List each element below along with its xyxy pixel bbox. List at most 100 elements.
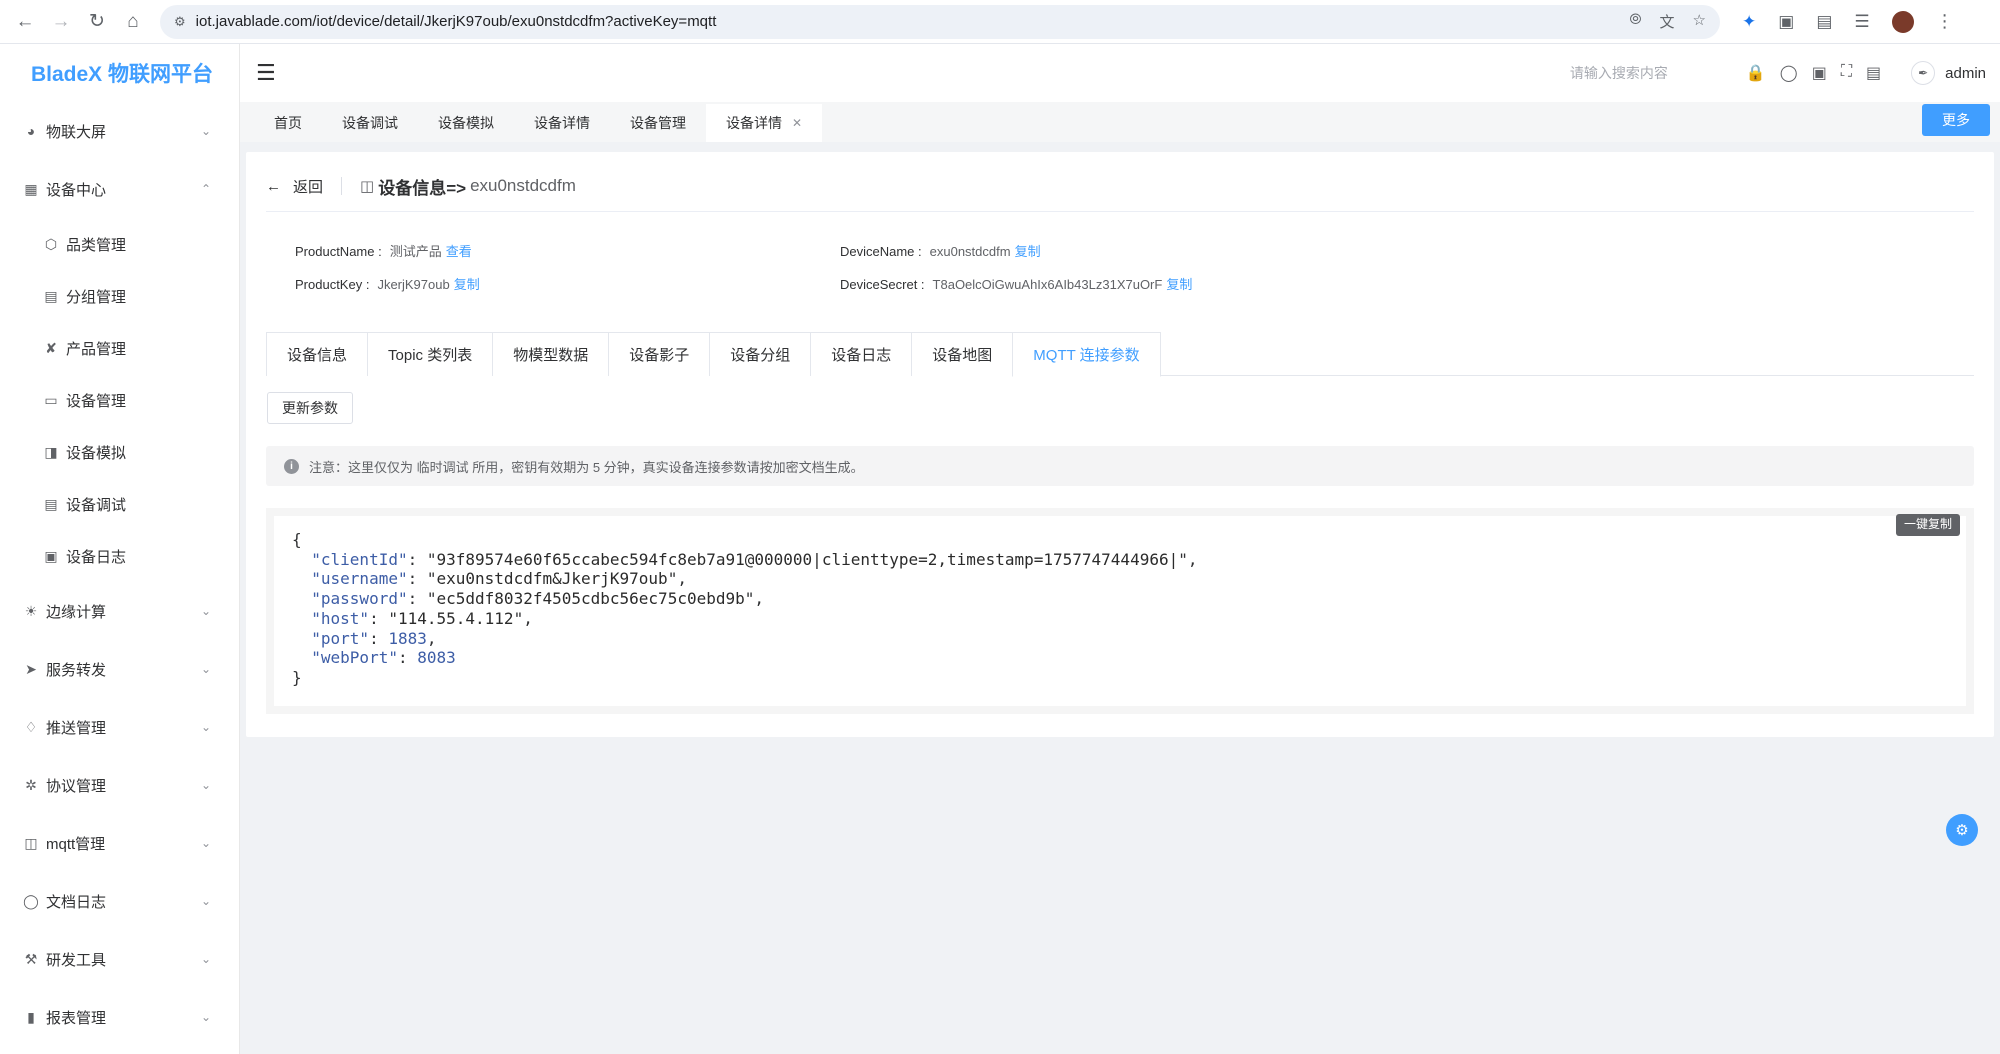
reload-icon[interactable]: ↻: [80, 5, 114, 39]
sidebar-item-protocol[interactable]: ✲ 协议管理 ⌄: [0, 756, 239, 814]
star-icon[interactable]: ☆: [1693, 11, 1706, 32]
url-text[interactable]: iot.javablade.com/iot/device/detail/Jker…: [196, 13, 717, 30]
tab-topic-list[interactable]: Topic 类列表: [367, 332, 494, 376]
sidebar-item-reports[interactable]: ▮ 报表管理 ⌄: [0, 988, 239, 1046]
sidebar-item-edge[interactable]: ☀ 边缘计算 ⌄: [0, 582, 239, 640]
tab-device-map[interactable]: 设备地图: [911, 332, 1014, 376]
send-icon: ➤: [25, 660, 37, 677]
back-arrow-icon: ←: [266, 177, 281, 195]
search-input[interactable]: 请输入搜索内容: [1570, 63, 1668, 83]
notice-text: 注意：这里仅仅为 临时调试 所用，密钥有效期为 5 分钟，真实设备连接参数请按加…: [309, 459, 864, 475]
app-header: ☰ 请输入搜索内容 🔒 ◯ ▣ ⛶ ▤ ✒ admin: [240, 44, 2000, 102]
view-product-link[interactable]: 查看: [446, 244, 472, 259]
json-line-webport: "webPort": 8083: [311, 648, 456, 668]
translate-icon[interactable]: 文: [1660, 11, 1675, 32]
sidebar-item-label: mqtt管理: [46, 835, 106, 853]
close-icon[interactable]: ✕: [792, 116, 802, 130]
chevron-up-icon: ⌃: [200, 182, 211, 196]
json-open-brace: {: [292, 530, 302, 549]
media-icon[interactable]: ☰: [1854, 12, 1869, 32]
home-icon[interactable]: ⌂: [116, 5, 150, 39]
sidebar-item-device-center[interactable]: ▦ 设备中心 ⌃: [0, 160, 239, 218]
sidebar-item-docs[interactable]: ◯ 文档日志 ⌄: [0, 872, 239, 930]
product-name-value: 测试产品: [389, 244, 442, 259]
chevron-down-icon: ⌄: [200, 952, 211, 966]
sidebar-subitem-device-log[interactable]: ▣ 设备日志: [0, 530, 239, 582]
user-menu[interactable]: ✒ admin: [1911, 61, 1986, 85]
product-name-key: ProductName :: [295, 244, 382, 259]
back-label: 返回: [293, 178, 324, 196]
lock-icon[interactable]: 🔒: [1746, 63, 1766, 83]
sidebar-subitem-device-debug[interactable]: ▤ 设备调试: [0, 478, 239, 530]
tab-device-shadow[interactable]: 设备影子: [608, 332, 711, 376]
debug-icon: ▤: [44, 495, 58, 512]
tag-device-manage[interactable]: 设备管理: [610, 104, 706, 142]
shield-icon: ◯: [23, 892, 39, 909]
tab-search-icon[interactable]: ▤: [1816, 12, 1832, 32]
detail-tabs: 设备信息 Topic 类列表 物模型数据 设备影子 设备分组 设备日志 设备地图…: [266, 332, 1974, 377]
address-bar[interactable]: ⚙ iot.javablade.com/iot/device/detail/Jk…: [160, 4, 1720, 39]
json-line-clientid: "clientId": "93f89574e60f65ccabec594fc8e…: [311, 549, 1198, 569]
menu-toggle-icon[interactable]: ☰: [256, 60, 276, 86]
sidebar-subitem-category[interactable]: ⬡ 品类管理: [0, 218, 239, 270]
json-line-host: "host": "114.55.4.112",: [311, 608, 533, 628]
device-secret-key: DeviceSecret :: [840, 277, 925, 292]
avatar[interactable]: ✒: [1911, 61, 1936, 85]
copy-device-secret-link[interactable]: 复制: [1166, 277, 1192, 292]
chevron-down-icon: ⌄: [200, 894, 211, 908]
extension-puzzle-icon[interactable]: ✦: [1742, 12, 1756, 32]
language-icon[interactable]: ▣: [1812, 63, 1827, 83]
app-logo[interactable]: BladeX 物联网平台: [0, 44, 239, 102]
tag-device-debug[interactable]: 设备调试: [322, 104, 418, 142]
sidebar-item-mqtt[interactable]: ◫ mqtt管理 ⌄: [0, 814, 239, 872]
sidebar-subitem-device-sim[interactable]: ◨ 设备模拟: [0, 426, 239, 478]
forward-arrow-icon[interactable]: →: [44, 5, 78, 39]
sidebar-item-devtools[interactable]: ⚒ 研发工具 ⌄: [0, 930, 239, 988]
fullscreen-icon[interactable]: ⛶: [1841, 63, 1852, 83]
sidebar-subitem-label: 设备管理: [66, 392, 127, 410]
tab-device-log[interactable]: 设备日志: [810, 332, 913, 376]
sidebar-item-label: 研发工具: [46, 951, 107, 969]
theme-shirt-icon[interactable]: ◯: [1780, 63, 1798, 83]
product-key-key: ProductKey :: [295, 277, 370, 292]
back-button[interactable]: ← 返回: [266, 172, 323, 200]
sidebar-item-label: 协议管理: [46, 777, 107, 795]
tab-device-group[interactable]: 设备分组: [709, 332, 812, 376]
tag-home[interactable]: 首页: [240, 104, 322, 142]
tag-device-detail-active[interactable]: 设备详情 ✕: [706, 104, 823, 142]
tab-mqtt-params[interactable]: MQTT 连接参数: [1012, 332, 1161, 377]
extensions-icon[interactable]: ▣: [1778, 12, 1794, 32]
settings-gear-icon[interactable]: ⚙: [1946, 814, 1978, 846]
screenshot-icon[interactable]: ▤: [1866, 63, 1881, 83]
sidebar-item-push[interactable]: ♢ 推送管理 ⌄: [0, 698, 239, 756]
copy-product-key-link[interactable]: 复制: [454, 277, 480, 292]
tag-device-sim[interactable]: 设备模拟: [418, 104, 514, 142]
update-params-button[interactable]: 更新参数: [267, 392, 353, 424]
site-settings-icon[interactable]: ⚙: [174, 14, 186, 30]
sidebar-subitem-product[interactable]: ✘ 产品管理: [0, 322, 239, 374]
copy-all-button[interactable]: 一键复制: [1895, 514, 1960, 536]
divider: [341, 177, 343, 195]
tab-device-info[interactable]: 设备信息: [266, 332, 369, 376]
code-content: 一键复制 { "clientId": "93f89574e60f65ccabec…: [274, 514, 1966, 706]
username[interactable]: admin: [1945, 65, 1986, 82]
eye-off-icon[interactable]: ⦾: [1630, 11, 1642, 32]
more-vert-icon[interactable]: ⋮: [1936, 11, 1954, 32]
username-value: exu0nstdcdfm&JkerjK97oub: [436, 569, 668, 589]
sidebar-subitem-device-manage[interactable]: ▭ 设备管理: [0, 374, 239, 426]
tag-device-detail[interactable]: 设备详情: [514, 104, 610, 142]
device-link-icon: ◫: [360, 178, 375, 195]
page-title-label: 设备信息=>: [378, 178, 467, 198]
tab-thing-model-data[interactable]: 物模型数据: [492, 332, 610, 376]
back-arrow-icon[interactable]: ←: [8, 5, 42, 39]
sidebar-item-forward[interactable]: ➤ 服务转发 ⌄: [0, 640, 239, 698]
sidebar-subitem-group[interactable]: ▤ 分组管理: [0, 270, 239, 322]
more-button[interactable]: 更多: [1922, 104, 1990, 136]
sidebar-item-dashboard[interactable]: ◕ 物联大屏 ⌄: [0, 102, 239, 160]
copy-device-name-link[interactable]: 复制: [1015, 244, 1041, 259]
chevron-down-icon: ⌄: [200, 778, 211, 792]
sidebar-item-label: 边缘计算: [46, 603, 107, 621]
chevron-down-icon: ⌄: [200, 836, 211, 850]
chevron-down-icon: ⌄: [200, 1010, 211, 1024]
profile-avatar[interactable]: [1891, 10, 1914, 33]
